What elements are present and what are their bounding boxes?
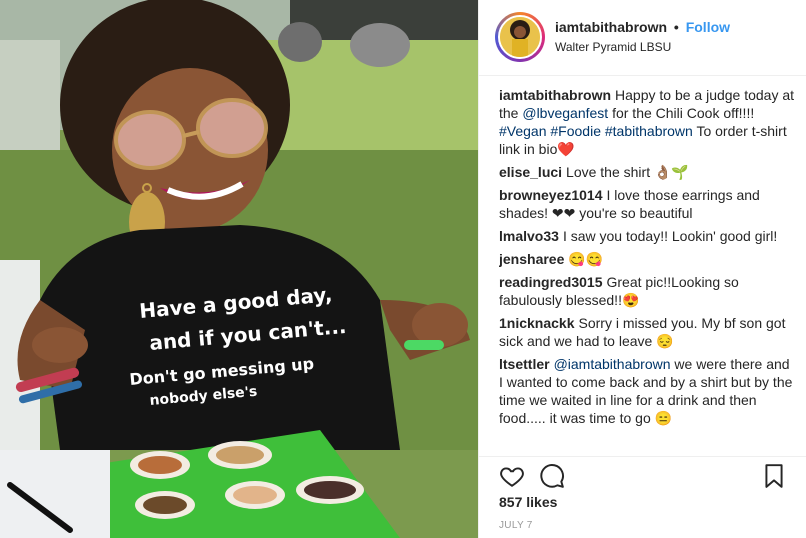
post-photo[interactable]: Have a good day, and if you can't... Don… — [0, 0, 478, 538]
caption: iamtabithabrown Happy to be a judge today… — [499, 86, 795, 158]
comment-text: I saw you today!! Lookin' good girl! — [562, 228, 778, 244]
comment-text: 😋😋 — [568, 251, 604, 267]
list-item: browneyez1014 I love those earrings and s… — [499, 186, 795, 222]
caption-mention[interactable]: @lbveganfest — [522, 105, 608, 121]
comment-mention[interactable]: @iamtabithabrown — [554, 356, 671, 372]
heart-outline-icon[interactable] — [499, 463, 525, 489]
photo-illustration: Have a good day, and if you can't... Don… — [0, 0, 478, 538]
comment-username[interactable]: jensharee — [499, 251, 564, 267]
caption-username[interactable]: iamtabithabrown — [499, 87, 611, 103]
comment-username[interactable]: readingred3015 — [499, 274, 603, 290]
list-item: ltsettler @iamtabithabrown we were there … — [499, 355, 795, 427]
comments-list[interactable]: iamtabithabrown Happy to be a judge today… — [499, 86, 795, 458]
bookmark-icon[interactable] — [761, 463, 787, 489]
list-item: jensharee 😋😋 — [499, 250, 795, 268]
list-item: elise_luci Love the shirt 👌🏽🌱 — [499, 163, 795, 181]
follow-button[interactable]: Follow — [686, 19, 730, 35]
avatar-story-ring[interactable] — [495, 12, 545, 62]
list-item: lmalvo33 I saw you today!! Lookin' good g… — [499, 227, 795, 245]
action-bar — [479, 456, 806, 492]
post-sidebar: iamtabithabrown • Follow Walter Pyramid … — [478, 0, 806, 538]
comment-username[interactable]: lmalvo33 — [499, 228, 559, 244]
list-item: readingred3015 Great pic!!Looking so fabu… — [499, 273, 795, 309]
post-author-line: iamtabithabrown • Follow — [555, 19, 730, 35]
list-item: 1nicknackk Sorry i missed you. My bf son … — [499, 314, 795, 350]
post-author-username[interactable]: iamtabithabrown — [555, 19, 667, 35]
post-date: JULY 7 — [499, 520, 533, 531]
post-location[interactable]: Walter Pyramid LBSU — [555, 40, 671, 54]
avatar[interactable] — [498, 15, 542, 59]
speech-bubble-icon[interactable] — [539, 463, 565, 489]
caption-text-2: for the Chili Cook off!!!! — [608, 105, 755, 121]
comment-username[interactable]: elise_luci — [499, 164, 562, 180]
avatar-image — [500, 17, 540, 57]
comment-username[interactable]: browneyez1014 — [499, 187, 603, 203]
comment-username[interactable]: ltsettler — [499, 356, 550, 372]
caption-hashtags[interactable]: #Vegan #Foodie #tabithabrown — [499, 123, 693, 139]
comment-text: Love the shirt 👌🏽🌱 — [566, 164, 689, 180]
comment-username[interactable]: 1nicknackk — [499, 315, 575, 331]
post-header: iamtabithabrown • Follow Walter Pyramid … — [479, 0, 806, 76]
likes-count[interactable]: 857 likes — [499, 494, 557, 510]
separator-dot: • — [673, 19, 679, 35]
